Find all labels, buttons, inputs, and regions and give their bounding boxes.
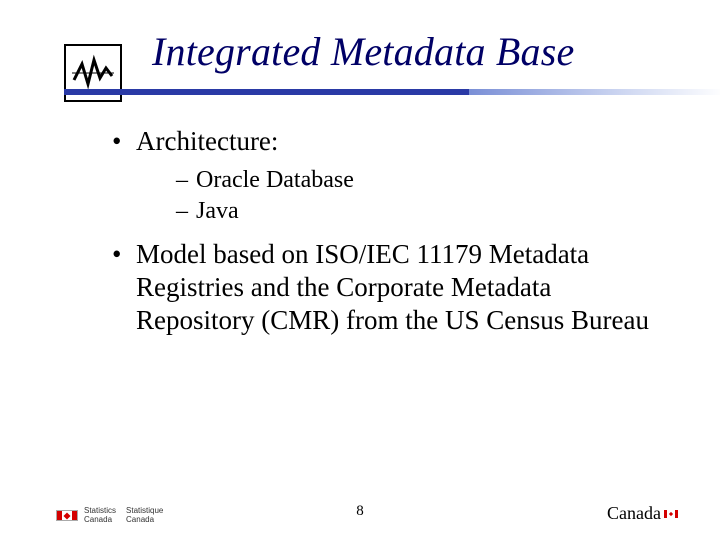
bullet-text: Architecture: (136, 126, 278, 156)
bullet-level2: Oracle Database (176, 166, 658, 195)
slide-header: Integrated Metadata Base (0, 0, 720, 95)
slide-title: Integrated Metadata Base (152, 28, 680, 75)
bullet-text: Oracle Database (196, 167, 354, 193)
title-underline (64, 89, 680, 95)
bullet-text: Java (196, 198, 239, 224)
slide-footer: Statistics Canada Statistique Canada 8 C… (0, 496, 720, 526)
bullet-level2: Java (176, 197, 658, 226)
slide: Integrated Metadata Base Architecture: O… (0, 0, 720, 540)
canada-wordmark: Canada (607, 503, 678, 524)
bullet-level1: Model based on ISO/IEC 11179 Metadata Re… (112, 238, 658, 337)
bullet-text: Model based on ISO/IEC 11179 Metadata Re… (136, 239, 649, 335)
wordmark-text: Canada (607, 503, 661, 524)
bullet-level1: Architecture: Oracle Database Java (112, 125, 658, 226)
slide-body: Architecture: Oracle Database Java Model… (0, 95, 720, 337)
canada-flag-icon (664, 510, 678, 518)
